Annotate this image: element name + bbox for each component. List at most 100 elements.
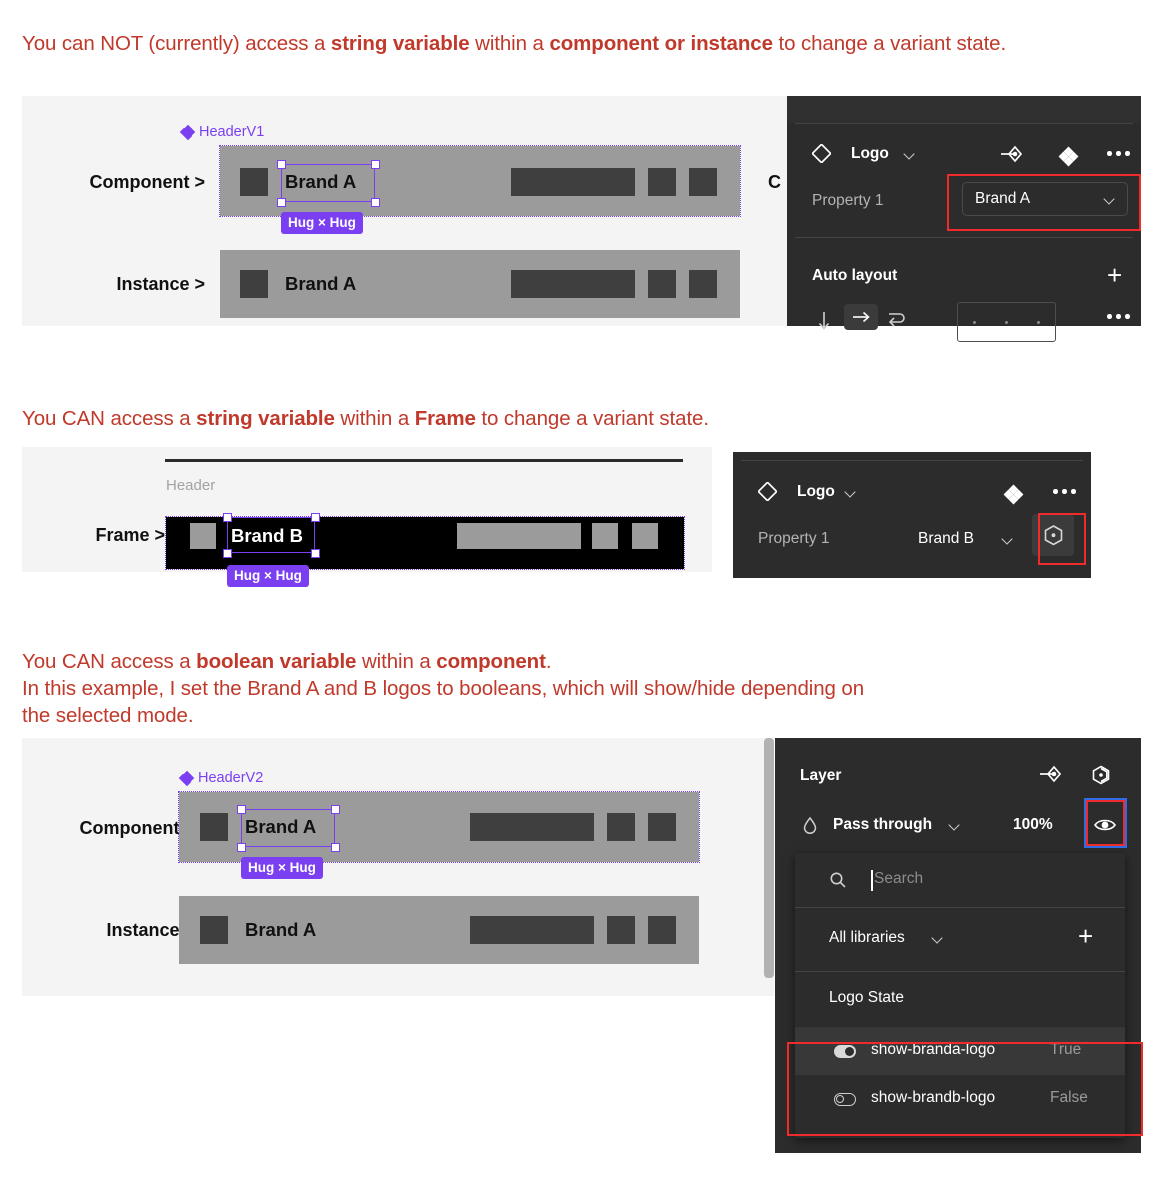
section-2-nav-chip-3 <box>632 523 658 549</box>
panel-divider-top <box>795 123 1133 124</box>
section-3-instance-nav-chip-2 <box>607 916 635 944</box>
plus-icon[interactable]: + <box>1078 923 1093 949</box>
section-3-component-label: Component > <box>79 818 196 838</box>
swap-instance-icon[interactable] <box>999 144 1023 169</box>
dropdown-library-filter: All libraries <box>829 929 905 946</box>
section-3-instance-brand-text: Brand A <box>245 919 317 940</box>
section-3-layer-title-row: Layer <box>775 760 1141 792</box>
dropdown-library-row[interactable]: All libraries + <box>795 907 1125 971</box>
dropdown-group-title: Logo State <box>829 989 904 1006</box>
section-3-text-selection-box <box>241 809 335 847</box>
section-3-opacity-value[interactable]: 100% <box>1013 816 1053 834</box>
search-text-caret <box>871 870 873 891</box>
section-2-logo-chip <box>190 523 216 549</box>
selection-handle-br[interactable] <box>331 843 340 852</box>
alignment-grid[interactable] <box>957 302 1056 342</box>
section-1-component-name[interactable]: HeaderV1 <box>179 124 265 140</box>
section-1-property-label: Property 1 <box>812 192 884 209</box>
section-1-text-selection-box <box>281 164 375 202</box>
section-3-eye-highlight-red <box>1086 800 1125 846</box>
plus-icon[interactable]: + <box>1107 262 1122 288</box>
component-diamond-outline-icon <box>757 481 778 506</box>
section-2-top-rule <box>165 459 683 462</box>
chevron-down-icon[interactable] <box>950 820 960 830</box>
more-options-icon[interactable] <box>1053 489 1076 494</box>
variants-icon[interactable] <box>1003 484 1024 505</box>
panel-divider-top <box>741 460 1083 461</box>
section-3-component-logo-chip <box>200 813 228 841</box>
section-1-instance-nav-chip-3 <box>689 270 717 298</box>
section-1-component-nav-chip-1 <box>511 168 635 196</box>
section-3-heading: You CAN access a boolean variable within… <box>22 650 865 727</box>
blend-mode-drop-icon <box>802 816 818 839</box>
section-2-heading: You CAN access a string variable within … <box>22 407 709 430</box>
selection-handle-tr[interactable] <box>371 160 380 169</box>
section-1-clipped-text: C <box>768 172 781 192</box>
section-2-property-label: Property 1 <box>758 530 830 547</box>
selection-handle-tr[interactable] <box>331 805 340 814</box>
chevron-down-icon[interactable] <box>846 487 856 497</box>
section-1-auto-layout-row: Auto layout + <box>787 262 1141 292</box>
chevron-down-icon[interactable] <box>933 933 943 943</box>
section-1-property-highlight <box>947 174 1141 231</box>
swap-instance-icon[interactable] <box>1038 764 1062 789</box>
selection-handle-tl[interactable] <box>277 160 286 169</box>
section-2-logo-row: Logo <box>733 474 1091 508</box>
section-3-vertical-scrollbar[interactable] <box>764 738 774 978</box>
selection-handle-tl[interactable] <box>237 805 246 814</box>
section-1-instance-label: Instance > <box>116 274 205 294</box>
variants-icon[interactable] <box>1058 146 1079 167</box>
wrap-icon[interactable] <box>886 310 906 335</box>
section-1-component-logo-chip <box>240 168 268 196</box>
section-1-component-label: Component > <box>89 172 206 192</box>
auto-layout-more-icon[interactable] <box>1107 314 1130 319</box>
section-2-hug-tag: Hug × Hug <box>227 565 309 587</box>
section-2-nav-chip-1 <box>457 523 581 549</box>
component-name-text: HeaderV1 <box>199 124 265 140</box>
arrow-down-icon[interactable] <box>816 310 832 337</box>
arrow-right-icon[interactable] <box>844 304 878 330</box>
section-2-frame-name[interactable]: Header <box>166 477 215 494</box>
component-name-text: HeaderV2 <box>198 770 264 786</box>
section-1-hug-tag: Hug × Hug <box>281 212 363 234</box>
search-icon <box>829 871 847 894</box>
section-3-component-nav-chip-1 <box>470 813 594 841</box>
section-1-instance-brand-text: Brand A <box>285 273 357 294</box>
selection-handle-bl[interactable] <box>223 549 232 558</box>
selection-handle-bl[interactable] <box>237 843 246 852</box>
variable-hexagon-icon[interactable] <box>1090 764 1112 791</box>
more-options-icon[interactable] <box>1107 151 1130 156</box>
dropdown-search-row[interactable]: Search <box>795 853 1125 907</box>
chevron-down-icon[interactable] <box>1003 534 1013 544</box>
section-1-component-nav-chip-2 <box>648 168 676 196</box>
section-1-panel-title: Logo <box>851 145 889 162</box>
section-3-panel-title: Layer <box>800 767 842 784</box>
section-3-component-name[interactable]: HeaderV2 <box>178 770 264 786</box>
section-1-instance-nav-chip-1 <box>511 270 635 298</box>
section-3-instance-logo-chip <box>200 916 228 944</box>
selection-handle-bl[interactable] <box>277 198 286 207</box>
section-2-variable-highlight <box>1038 513 1086 565</box>
dropdown-search-placeholder: Search <box>874 870 924 887</box>
section-2-frame-label: Frame > <box>95 525 165 545</box>
section-2-panel-title: Logo <box>797 483 835 500</box>
component-diamond-outline-icon <box>811 143 832 168</box>
page-root: You can NOT (currently) access a string … <box>0 0 1176 1194</box>
section-2-property-value[interactable]: Brand B <box>918 530 974 548</box>
section-3-blend-mode-value[interactable]: Pass through <box>833 816 932 834</box>
section-3-instance-nav-chip-3 <box>648 916 676 944</box>
panel-divider-mid <box>795 237 1133 238</box>
chevron-down-icon[interactable] <box>905 149 915 159</box>
section-3-instance-nav-chip-1 <box>470 916 594 944</box>
selection-handle-br[interactable] <box>371 198 380 207</box>
selection-handle-br[interactable] <box>311 549 320 558</box>
section-1-logo-row: Logo <box>787 136 1141 170</box>
selection-handle-tl[interactable] <box>223 513 232 522</box>
section-1-heading: You can NOT (currently) access a string … <box>22 32 1007 55</box>
section-3-component-nav-chip-2 <box>607 813 635 841</box>
section-1-auto-layout-label: Auto layout <box>812 267 898 284</box>
section-1-instance-logo-chip <box>240 270 268 298</box>
section-3-component-nav-chip-3 <box>648 813 676 841</box>
selection-handle-tr[interactable] <box>311 513 320 522</box>
dropdown-group-title-row: Logo State <box>795 971 1125 1027</box>
